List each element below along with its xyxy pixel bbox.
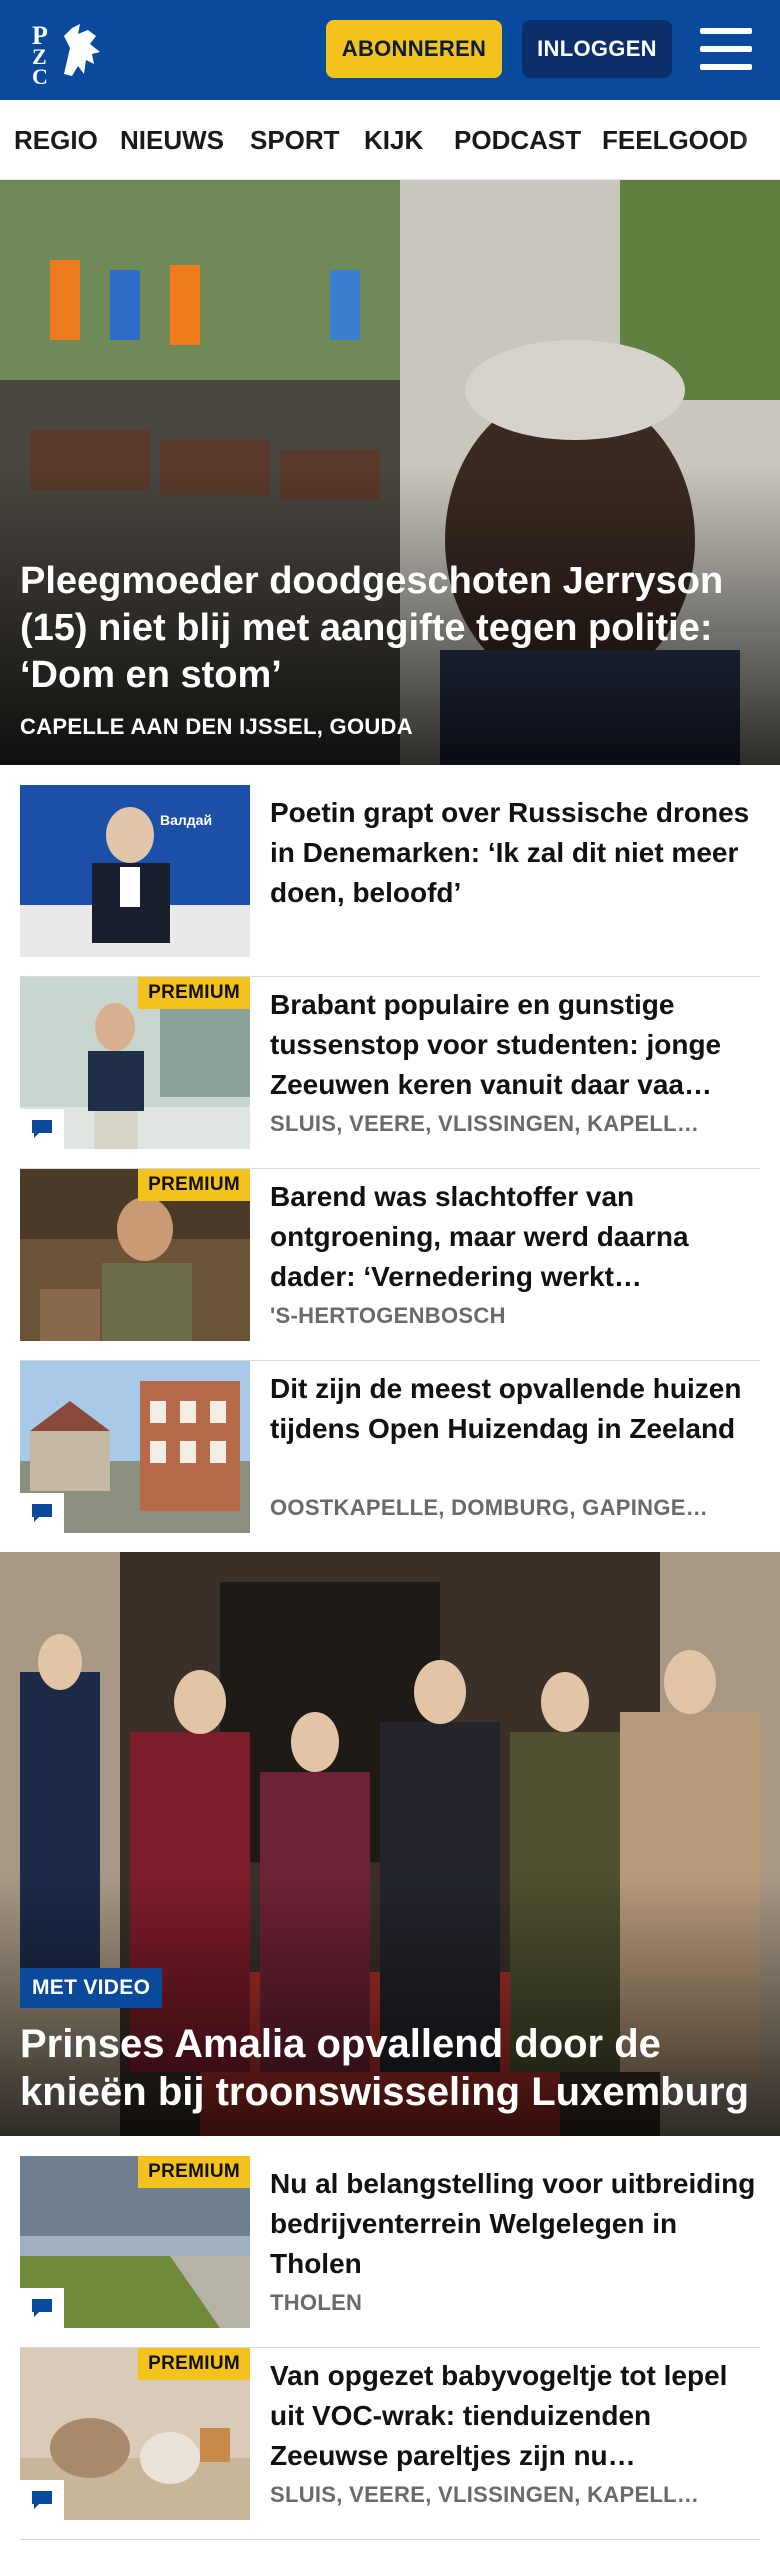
video-badge: MET VIDEO (20, 1968, 163, 2008)
article-location: OOSTKAPELLE, DOMBURG, GAPINGE… (270, 1495, 709, 1520)
nav-item-nieuws[interactable]: NIEUWS (120, 100, 224, 179)
premium-badge: PREMIUM (138, 2156, 250, 2188)
list-item[interactable]: PREMIUM Brabant populaire en gunstige tu… (20, 977, 760, 1169)
section-nav: REGIO NIEUWS SPORT KIJK PODCAST FEELGOOD (0, 100, 780, 180)
comments-icon (20, 2480, 64, 2520)
hero-headline[interactable]: Pleegmoeder doodgeschoten Jerryson (15) … (20, 558, 740, 699)
article-title[interactable]: Poetin grapt over Russische drones in De… (270, 793, 760, 913)
hero-article[interactable]: Pleegmoeder doodgeschoten Jerryson (15) … (0, 180, 780, 765)
article-location: SLUIS, VEERE, VLISSINGEN, KAPELL… (270, 1111, 700, 1136)
nav-item-regio[interactable]: REGIO (14, 100, 98, 179)
top-bar: P Z C ABONNEREN INLOGGEN (0, 0, 780, 100)
article-location: THOLEN (270, 2290, 363, 2315)
article-thumbnail: PREMIUM (20, 2156, 250, 2328)
feature-article[interactable]: MET VIDEO Prinses Amalia opvallend door … (0, 1552, 780, 2136)
premium-badge: PREMIUM (138, 2348, 250, 2380)
article-thumbnail: PREMIUM (20, 2348, 250, 2520)
comments-icon (20, 1493, 64, 1533)
article-title[interactable]: Nu al belangstelling voor uitbrei­ding b… (270, 2164, 760, 2284)
svg-text:Валдай: Валдай (160, 812, 212, 828)
list-item[interactable]: PREMIUM Nu al belangstelling voor uitbre… (20, 2156, 760, 2348)
article-thumbnail: PREMIUM (20, 1169, 250, 1341)
hero-location: CAPELLE AAN DEN IJSSEL, GOUDA (20, 714, 413, 739)
list-item[interactable]: PREMIUM Barend was slachtoffer van ontgr… (20, 1169, 760, 1361)
article-title[interactable]: Brabant populaire en gunstige tussenstop… (270, 985, 760, 1105)
svg-text:C: C (32, 64, 48, 86)
subscribe-button[interactable]: ABONNEREN (326, 20, 502, 78)
article-thumbnail: Валдай (20, 785, 250, 957)
article-thumbnail: PREMIUM (20, 977, 250, 1149)
article-thumbnail (20, 1361, 250, 1533)
list-item[interactable]: Dit zijn de meest opvallende huizen tijd… (20, 1361, 760, 1553)
nav-item-sport[interactable]: SPORT (250, 100, 340, 179)
article-title[interactable]: Barend was slachtoffer van ontgroening, … (270, 1177, 760, 1297)
list-item[interactable]: Валдай Poetin grapt over Russische drone… (20, 785, 760, 977)
nav-item-feelgood[interactable]: FEELGOOD (602, 100, 748, 179)
hamburger-menu-icon[interactable] (700, 26, 752, 72)
login-button[interactable]: INLOGGEN (522, 20, 672, 78)
nav-item-kijk[interactable]: KIJK (364, 100, 423, 179)
premium-badge: PREMIUM (138, 977, 250, 1009)
comments-icon (20, 1109, 64, 1149)
article-title[interactable]: Van opgezet babyvogeltje tot lepel uit V… (270, 2356, 760, 2476)
article-title[interactable]: Dit zijn de meest opvallende huizen tijd… (270, 1369, 760, 1449)
premium-badge: PREMIUM (138, 1169, 250, 1201)
nav-item-podcast[interactable]: PODCAST (454, 100, 581, 179)
feature-headline[interactable]: Prinses Amalia opvallend door de knieën … (20, 2020, 780, 2116)
pzc-logo[interactable]: P Z C (30, 14, 110, 89)
comments-icon (20, 2288, 64, 2328)
list-item[interactable]: PREMIUM Van opgezet babyvogeltje tot lep… (20, 2348, 760, 2540)
nav-scroll-fade (740, 100, 780, 179)
article-location: 'S-HERTOGENBOSCH (270, 1303, 506, 1328)
article-location: SLUIS, VEERE, VLISSINGEN, KAPELL… (270, 2482, 700, 2507)
